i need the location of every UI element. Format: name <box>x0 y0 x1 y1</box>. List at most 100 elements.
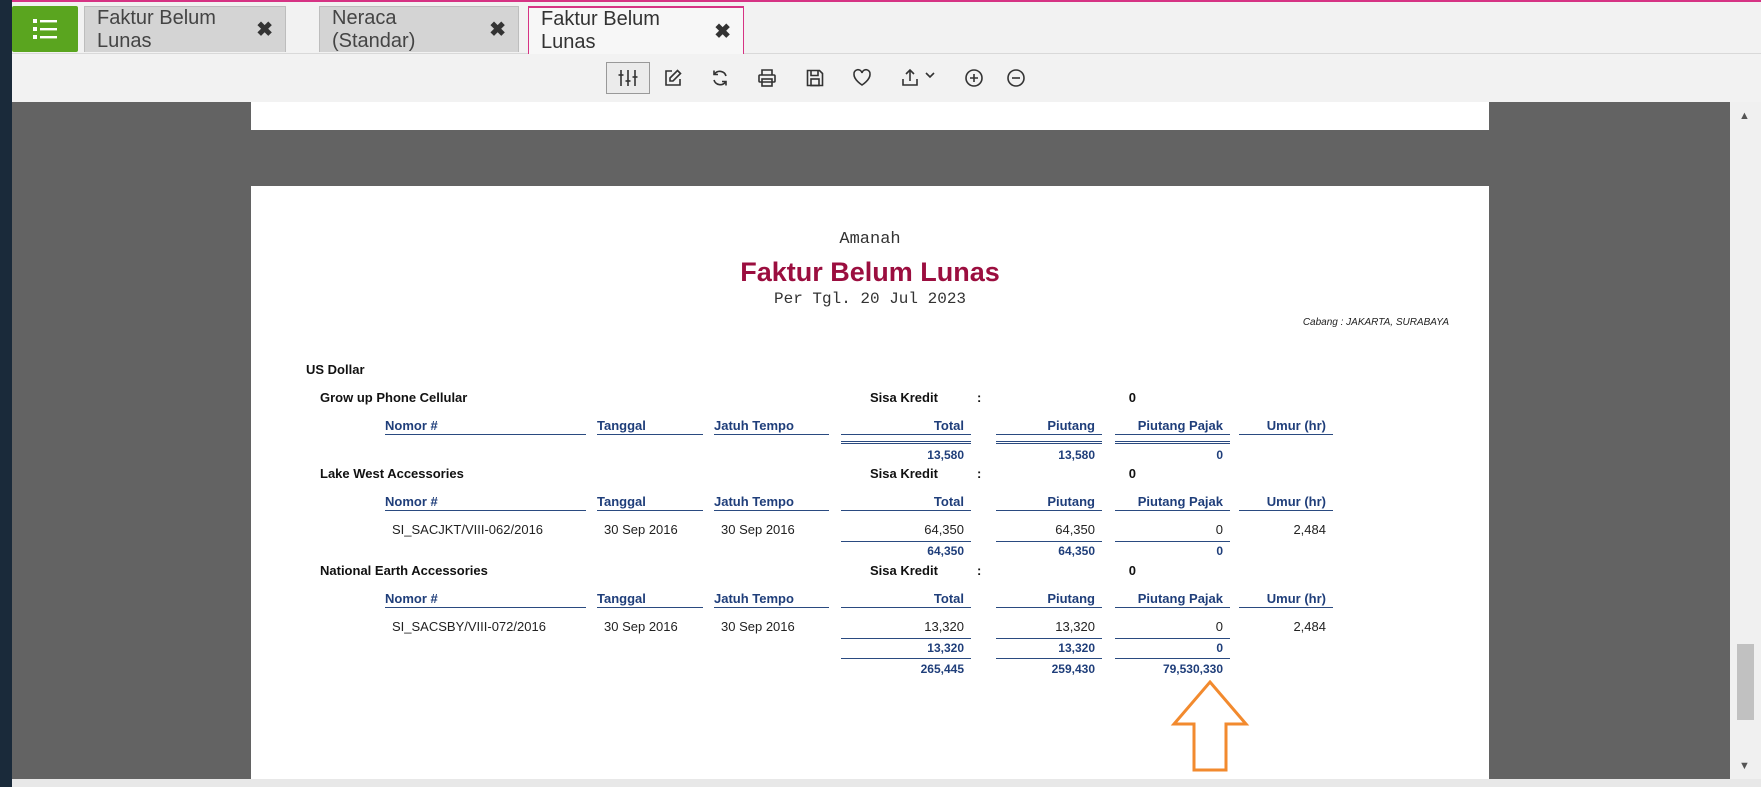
close-icon[interactable]: ✖ <box>256 17 273 42</box>
sisa-kredit-label: Sisa Kredit <box>870 390 938 405</box>
tab-label: Faktur Belum Lunas <box>97 6 216 52</box>
currency-label: US Dollar <box>306 362 365 377</box>
app-window: Faktur Belum Lunas ✖ Neraca (Standar) ✖ … <box>12 0 1761 787</box>
report-page: Amanah Faktur Belum Lunas Per Tgl. 20 Ju… <box>251 186 1489 779</box>
customer-name: National Earth Accessories <box>320 563 488 578</box>
colon: : <box>977 563 982 578</box>
scroll-up-icon[interactable]: ▲ <box>1739 110 1750 122</box>
save-button[interactable] <box>795 62 835 94</box>
subtotal-pajak: 0 <box>1216 448 1223 462</box>
floppy-disk-icon <box>806 69 824 87</box>
sisa-kredit-value: 0 <box>1128 466 1136 481</box>
list-menu-icon <box>33 19 57 39</box>
vertical-scrollbar[interactable]: ▲ ▼ <box>1730 102 1761 779</box>
scroll-down-icon[interactable]: ▼ <box>1739 760 1750 772</box>
tab-faktur-belum-lunas-2[interactable]: Faktur Belum Lunas ✖ <box>528 6 744 54</box>
colon: : <box>977 466 982 481</box>
tab-neraca-standar[interactable]: Neraca (Standar) ✖ <box>319 6 519 52</box>
print-button[interactable] <box>747 62 787 94</box>
invoice-piutang: 64,350 <box>996 522 1102 542</box>
header-total: Total <box>841 591 971 608</box>
header-piutang-pajak: Piutang Pajak <box>1115 494 1230 511</box>
zoom-out-button[interactable] <box>996 62 1036 94</box>
zoom-out-icon <box>1007 69 1025 87</box>
sisa-kredit-label: Sisa Kredit <box>870 466 938 481</box>
subtotal-line <box>996 441 1102 445</box>
subtotal-total: 13,320 <box>841 641 971 659</box>
grand-total-piutang: 259,430 <box>1051 662 1095 676</box>
edit-button[interactable] <box>653 62 693 94</box>
invoice-umur: 2,484 <box>1293 522 1326 537</box>
invoice-due-date: 30 Sep 2016 <box>721 522 795 537</box>
header-piutang: Piutang <box>996 418 1102 435</box>
zoom-in-icon <box>965 69 983 87</box>
edit-icon <box>665 69 682 86</box>
horizontal-scrollbar[interactable] <box>12 779 1761 787</box>
header-piutang-pajak: Piutang Pajak <box>1115 418 1230 435</box>
invoice-number: SI_SACSBY/VIII-072/2016 <box>392 619 546 634</box>
upload-icon <box>902 68 918 86</box>
header-piutang-pajak: Piutang Pajak <box>1115 591 1230 608</box>
sisa-kredit-value: 0 <box>1128 563 1136 578</box>
tab-faktur-belum-lunas-1[interactable]: Faktur Belum Lunas ✖ <box>84 6 286 52</box>
report-viewer[interactable]: Amanah Faktur Belum Lunas Per Tgl. 20 Ju… <box>12 102 1730 779</box>
header-umur: Umur (hr) <box>1239 418 1333 435</box>
sisa-kredit-value: 0 <box>1128 390 1136 405</box>
subtotal-pajak: 0 <box>1115 641 1230 659</box>
close-icon[interactable]: ✖ <box>714 19 731 44</box>
printer-icon <box>758 69 776 87</box>
scroll-thumb[interactable] <box>1737 644 1754 720</box>
close-icon[interactable]: ✖ <box>489 17 506 42</box>
invoice-date: 30 Sep 2016 <box>604 522 678 537</box>
header-nomor: Nomor # <box>385 591 586 608</box>
refresh-icon <box>713 70 727 86</box>
header-nomor: Nomor # <box>385 494 586 511</box>
header-umur: Umur (hr) <box>1239 591 1333 608</box>
header-tanggal: Tanggal <box>597 418 703 435</box>
invoice-date: 30 Sep 2016 <box>604 619 678 634</box>
favorite-button[interactable] <box>842 62 882 94</box>
tab-bar: Faktur Belum Lunas ✖ Neraca (Standar) ✖ … <box>12 2 1761 54</box>
report-date: Per Tgl. 20 Jul 2023 <box>773 290 967 308</box>
subtotal-piutang: 13,320 <box>996 641 1102 659</box>
invoice-pajak: 0 <box>1115 522 1230 542</box>
subtotal-piutang: 64,350 <box>1058 544 1095 558</box>
annotation-up-arrow-icon <box>1170 679 1250 772</box>
previous-report-page <box>251 102 1489 130</box>
header-tanggal: Tanggal <box>597 494 703 511</box>
invoice-total: 13,320 <box>841 619 971 639</box>
header-piutang: Piutang <box>996 494 1102 511</box>
customer-name: Grow up Phone Cellular <box>320 390 468 405</box>
colon: : <box>977 390 982 405</box>
company-name: Amanah <box>839 230 901 249</box>
subtotal-pajak: 0 <box>1216 544 1223 558</box>
refresh-button[interactable] <box>700 62 740 94</box>
invoice-number: SI_SACJKT/VIII-062/2016 <box>392 522 544 537</box>
report-title: Faktur Belum Lunas <box>740 257 1000 287</box>
report-toolbar <box>12 54 1761 102</box>
heart-icon <box>853 68 871 86</box>
filter-settings-button[interactable] <box>606 62 650 94</box>
subtotal-piutang: 13,580 <box>1058 448 1095 462</box>
branch-label: Cabang : JAKARTA, SURABAYA <box>1302 317 1449 328</box>
header-total: Total <box>841 494 971 511</box>
header-jatuh-tempo: Jatuh Tempo <box>714 418 829 435</box>
subtotal-total: 64,350 <box>927 544 964 558</box>
chevron-down-icon <box>925 72 935 79</box>
grand-total-total: 265,445 <box>920 662 964 676</box>
header-jatuh-tempo: Jatuh Tempo <box>714 494 829 511</box>
sliders-icon <box>618 70 638 86</box>
tab-label: Neraca (Standar) <box>332 6 416 52</box>
invoice-umur: 2,484 <box>1293 619 1326 634</box>
export-dropdown-button[interactable] <box>893 62 943 94</box>
header-tanggal: Tanggal <box>597 591 703 608</box>
invoice-due-date: 30 Sep 2016 <box>721 619 795 634</box>
subtotal-line <box>1115 441 1230 445</box>
header-umur: Umur (hr) <box>1239 494 1333 511</box>
grand-total-pajak: 79,530,330 <box>1162 662 1223 676</box>
header-piutang: Piutang <box>996 591 1102 608</box>
main-menu-button[interactable] <box>12 6 78 52</box>
zoom-in-button[interactable] <box>954 62 994 94</box>
header-jatuh-tempo: Jatuh Tempo <box>714 591 829 608</box>
subtotal-line <box>841 441 971 445</box>
